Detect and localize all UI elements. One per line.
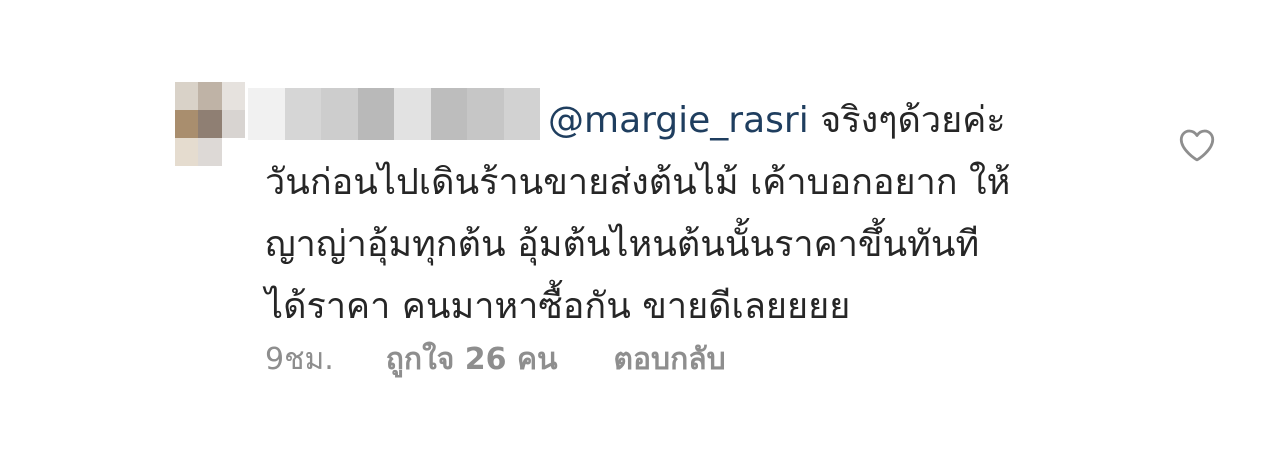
comment-line-3: ญาญ่าอุ้มทุกต้น อุ้มต้นไหนต้นนั้นราคาขึ้…	[265, 224, 980, 265]
avatar[interactable]	[175, 82, 245, 166]
comment-text-segment: จริงๆด้วยค่ะ	[808, 100, 1006, 141]
comment-text: @margie_rasri จริงๆด้วยค่ะ วันก่อนไปเดิน…	[265, 90, 1135, 338]
heart-outline-icon[interactable]	[1176, 124, 1218, 166]
reply-button[interactable]: ตอบกลับ	[614, 336, 726, 383]
like-count[interactable]: ถูกใจ 26 คน	[386, 336, 558, 383]
comment-timestamp[interactable]: 9ชม.	[265, 336, 334, 383]
comment-line-4: ได้ราคา คนมาหาซื้อกัน ขายดีเลยยยย	[265, 286, 851, 327]
comment-line-2: วันก่อนไปเดินร้านขายส่งต้นไม้ เค้าบอกอยา…	[265, 162, 1011, 203]
comment-meta: 9ชม. ถูกใจ 26 คน ตอบกลับ	[265, 336, 726, 383]
mention-link[interactable]: @margie_rasri	[548, 100, 809, 141]
comment: @margie_rasri จริงๆด้วยค่ะ วันก่อนไปเดิน…	[0, 0, 1280, 458]
comment-line-1: @margie_rasri จริงๆด้วยค่ะ	[265, 90, 1135, 152]
